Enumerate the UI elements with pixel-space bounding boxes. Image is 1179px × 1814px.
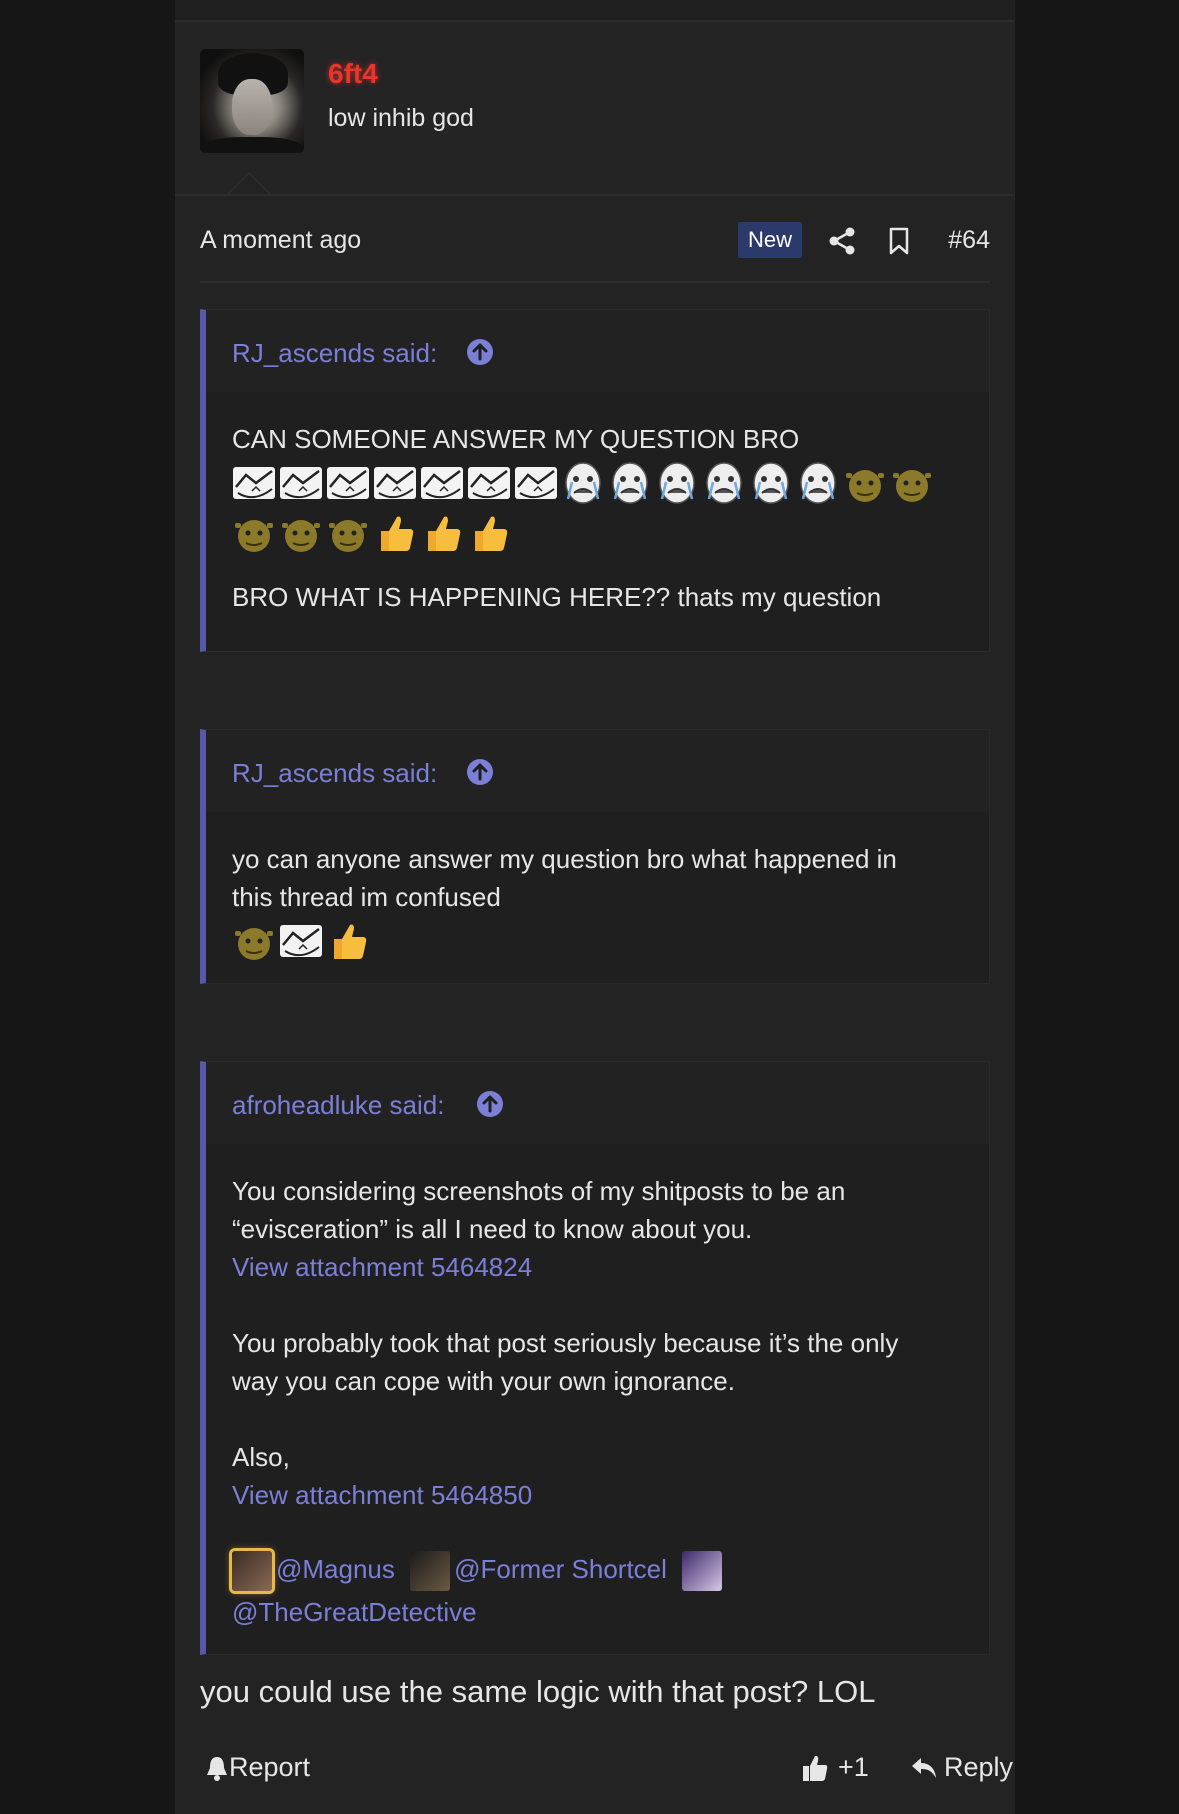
troll-face-emoji-icon	[373, 461, 417, 505]
user-header: 6ft4 low inhib god	[175, 22, 1015, 196]
quote-text: BRO WHAT IS HAPPENING HERE?? thats my qu…	[232, 582, 882, 612]
post-meta: A moment ago New #64	[200, 222, 990, 262]
jump-to-quote-icon[interactable]	[466, 758, 494, 786]
shrek-face-emoji-icon	[232, 511, 276, 555]
crying-face-emoji-icon	[702, 461, 746, 505]
quote-author-link[interactable]: afroheadluke said:	[232, 1090, 444, 1121]
quote-block: RJ_ascends said: yo can anyone answer my…	[200, 729, 990, 984]
quote-author-link[interactable]: RJ_ascends said:	[232, 758, 437, 789]
post-author-name[interactable]: 6ft4	[328, 58, 378, 90]
quote-text: CAN SOMEONE ANSWER MY QUESTION BRO	[232, 424, 800, 454]
troll-face-emoji-icon	[420, 461, 464, 505]
like-button[interactable]: +1	[800, 1752, 869, 1783]
post-column: 6ft4 low inhib god A moment ago New #64 …	[175, 0, 1015, 1814]
troll-face-emoji-icon	[326, 461, 370, 505]
post-message: you could use the same logic with that p…	[200, 1674, 876, 1709]
post-number-link[interactable]: #64	[920, 226, 990, 255]
mention-avatar	[682, 1551, 723, 1592]
shrek-face-emoji-icon	[326, 511, 370, 555]
mentions: @Magnus @Former Shortcel @TheGreatDetect…	[232, 1548, 963, 1633]
quote-author-link[interactable]: RJ_ascends said:	[232, 338, 437, 369]
shrek-face-emoji-icon	[843, 461, 887, 505]
user-mention[interactable]: @TheGreatDetective	[232, 1597, 477, 1627]
bookmark-icon[interactable]	[885, 226, 913, 256]
crying-face-emoji-icon	[749, 461, 793, 505]
quote-text: this thread im confused	[232, 882, 501, 912]
thumbs-up-emoji-icon	[467, 511, 511, 555]
quote-header: RJ_ascends said:	[206, 310, 989, 392]
mention-avatar	[232, 1551, 272, 1592]
divider	[200, 281, 990, 283]
quote-content: CAN SOMEONE ANSWER MY QUESTION BRO BRO W…	[206, 392, 989, 638]
reply-arrow-icon	[912, 1757, 936, 1778]
quote-text: “evisceration” is all I need to know abo…	[232, 1214, 753, 1244]
attachment-link[interactable]: View attachment 5464824	[232, 1248, 963, 1286]
share-icon[interactable]	[827, 226, 857, 256]
previous-post-edge	[175, 0, 1015, 22]
quote-block: RJ_ascends said: CAN SOMEONE ANSWER MY Q…	[200, 309, 990, 652]
quote-block: afroheadluke said: You considering scree…	[200, 1061, 990, 1655]
emoji-row	[232, 508, 963, 558]
report-label: Report	[229, 1752, 311, 1782]
crying-face-emoji-icon	[655, 461, 699, 505]
like-count: +1	[838, 1752, 869, 1782]
reply-label: Reply	[944, 1752, 1014, 1782]
jump-to-quote-icon[interactable]	[476, 1090, 504, 1118]
troll-face-emoji-icon	[467, 461, 511, 505]
thumbs-up-emoji-icon	[326, 919, 370, 963]
shrek-face-emoji-icon	[890, 461, 934, 505]
thumbs-up-emoji-icon	[373, 511, 417, 555]
troll-face-emoji-icon	[279, 919, 323, 963]
crying-face-emoji-icon	[608, 461, 652, 505]
quote-text: Also,	[232, 1442, 290, 1472]
attachment-link[interactable]: View attachment 5464850	[232, 1476, 963, 1514]
user-mention[interactable]: @Former Shortcel	[454, 1554, 667, 1584]
quote-text: You probably took that post seriously be…	[232, 1328, 899, 1358]
crying-face-emoji-icon	[796, 461, 840, 505]
thumbs-up-icon	[803, 1755, 828, 1781]
shrek-face-emoji-icon	[279, 511, 323, 555]
troll-face-emoji-icon	[232, 461, 276, 505]
quote-text: You considering screenshots of my shitpo…	[232, 1176, 846, 1206]
user-avatar[interactable]	[200, 49, 304, 153]
user-mention[interactable]: @Magnus	[276, 1554, 395, 1584]
reply-button[interactable]: Reply	[910, 1752, 1013, 1783]
troll-face-emoji-icon	[514, 461, 558, 505]
header-pointer	[227, 172, 271, 194]
quote-text: way you can cope with your own ignorance…	[232, 1366, 735, 1396]
quote-content: You considering screenshots of my shitpo…	[206, 1144, 989, 1655]
new-badge: New	[738, 222, 802, 258]
quote-content: yo can anyone answer my question bro wha…	[206, 812, 989, 988]
quote-header: RJ_ascends said:	[206, 730, 989, 812]
report-button[interactable]: Report	[205, 1752, 310, 1783]
mention-avatar	[410, 1551, 451, 1592]
post-actions: Report +1 Reply	[200, 1752, 1013, 1796]
quote-text: yo can anyone answer my question bro wha…	[232, 844, 897, 874]
troll-face-emoji-icon	[279, 461, 323, 505]
post-timestamp[interactable]: A moment ago	[200, 226, 361, 255]
quote-header: afroheadluke said:	[206, 1062, 989, 1144]
shrek-face-emoji-icon	[232, 919, 276, 963]
bell-icon	[207, 1756, 227, 1781]
jump-to-quote-icon[interactable]	[466, 338, 494, 366]
emoji-row	[232, 458, 963, 508]
emoji-row	[232, 916, 963, 966]
thumbs-up-emoji-icon	[420, 511, 464, 555]
crying-face-emoji-icon	[561, 461, 605, 505]
user-title: low inhib god	[328, 104, 474, 132]
